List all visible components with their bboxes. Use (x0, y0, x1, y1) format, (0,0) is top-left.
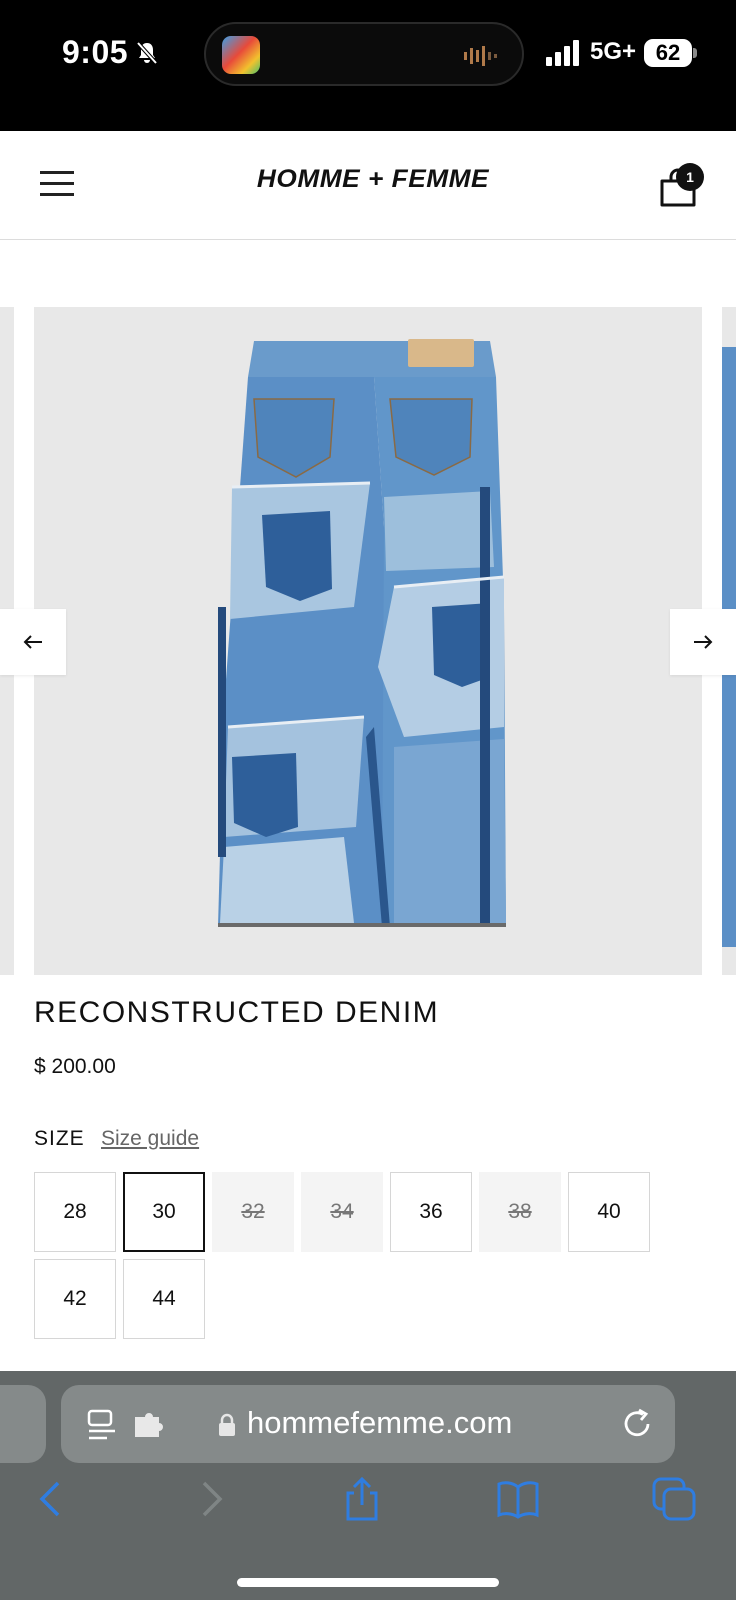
extension-icon[interactable] (133, 1411, 165, 1439)
browser-toolbar: hommefemme.com (0, 1371, 736, 1600)
status-time: 9:05 (62, 34, 129, 70)
battery-level: 62 (655, 40, 681, 65)
product-image[interactable] (34, 307, 702, 975)
jeans-illustration (218, 339, 506, 927)
product-price: $ 200.00 (34, 1055, 116, 1078)
arrow-right-icon (694, 635, 713, 649)
size-option[interactable]: 36 (390, 1172, 472, 1252)
size-option[interactable]: 44 (123, 1259, 205, 1339)
home-indicator[interactable] (237, 1578, 499, 1587)
bell-slash-icon (136, 41, 158, 65)
forward-icon[interactable] (188, 1477, 232, 1521)
next-image-button[interactable] (670, 609, 736, 675)
dynamic-island[interactable] (204, 22, 524, 86)
app-icon (222, 36, 260, 74)
size-option[interactable]: 28 (34, 1172, 116, 1252)
network-label: 5G+ (590, 38, 637, 65)
tabs-icon[interactable] (652, 1477, 696, 1521)
audio-wave-icon (464, 46, 497, 66)
signal-icon (546, 40, 579, 66)
share-icon[interactable] (340, 1477, 384, 1521)
reader-mode-icon[interactable] (87, 1409, 117, 1441)
reload-icon[interactable] (621, 1407, 655, 1441)
size-guide-link[interactable]: Size guide (101, 1127, 199, 1151)
previous-tab-peek[interactable] (0, 1385, 46, 1463)
size-option-unavailable[interactable]: 38 (479, 1172, 561, 1252)
back-icon[interactable] (30, 1477, 74, 1521)
site-header: HOMME + FEMME (0, 131, 736, 240)
size-option-unavailable[interactable]: 32 (212, 1172, 294, 1252)
size-option-selected[interactable]: 30 (123, 1172, 205, 1252)
status-bar: 9:05 5G+ 62 (0, 0, 736, 131)
size-option-unavailable[interactable]: 34 (301, 1172, 383, 1252)
previous-image-button[interactable] (0, 609, 66, 675)
bookmarks-icon[interactable] (496, 1477, 540, 1521)
product-title: RECONSTRUCTED DENIM (34, 996, 440, 1029)
cart-count-badge: 1 (676, 163, 704, 191)
hamburger-menu-icon[interactable] (40, 171, 74, 197)
battery-icon: 62 (644, 39, 692, 67)
product-gallery[interactable] (0, 307, 736, 975)
lock-icon (219, 1413, 235, 1436)
brand-logo[interactable]: HOMME + FEMME (233, 165, 512, 194)
size-option[interactable]: 40 (568, 1172, 650, 1252)
size-option[interactable]: 42 (34, 1259, 116, 1339)
battery-nub (693, 48, 697, 58)
address-bar[interactable]: hommefemme.com (61, 1385, 675, 1463)
arrow-left-icon (23, 635, 42, 649)
url-text[interactable]: hommefemme.com (247, 1405, 512, 1441)
size-label: SIZE (34, 1127, 85, 1150)
